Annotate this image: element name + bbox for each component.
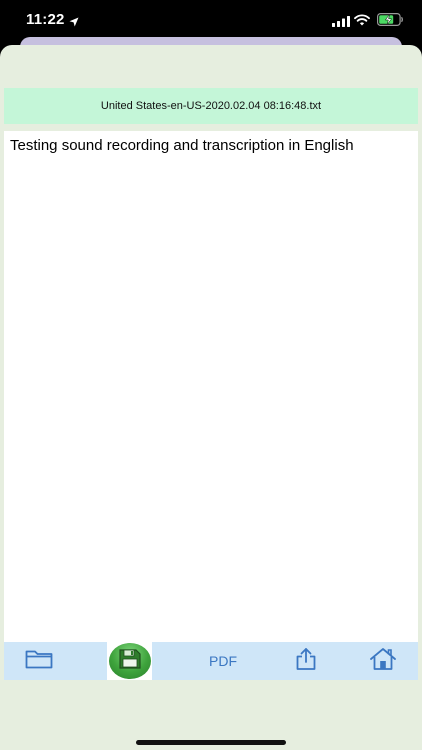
document-text-area[interactable]: Testing sound recording and transcriptio… <box>4 131 418 642</box>
save-circle <box>108 643 151 679</box>
home-icon <box>369 647 397 676</box>
document-text[interactable]: Testing sound recording and transcriptio… <box>10 137 400 154</box>
battery-charging-icon <box>377 13 404 31</box>
floppy-disk-icon <box>118 648 142 675</box>
location-arrow-icon <box>69 14 79 32</box>
status-time: 11:22 <box>26 11 65 28</box>
cellular-signal-icon <box>332 14 350 32</box>
file-name-header: United States-en-US-2020.02.04 08:16:48.… <box>4 88 418 124</box>
home-indicator <box>136 740 286 745</box>
bottom-toolbar: PDF <box>4 642 418 680</box>
status-bar: 11:22 <box>0 0 422 42</box>
open-folder-button[interactable] <box>18 642 60 680</box>
save-button[interactable] <box>107 642 152 680</box>
folder-icon <box>25 648 53 675</box>
file-name-label: United States-en-US-2020.02.04 08:16:48.… <box>100 100 322 112</box>
share-button[interactable] <box>286 642 326 680</box>
pdf-label: PDF <box>209 653 237 669</box>
pdf-button[interactable]: PDF <box>197 642 249 680</box>
wifi-icon <box>354 13 370 31</box>
share-icon <box>295 647 317 676</box>
home-button[interactable] <box>362 642 404 680</box>
